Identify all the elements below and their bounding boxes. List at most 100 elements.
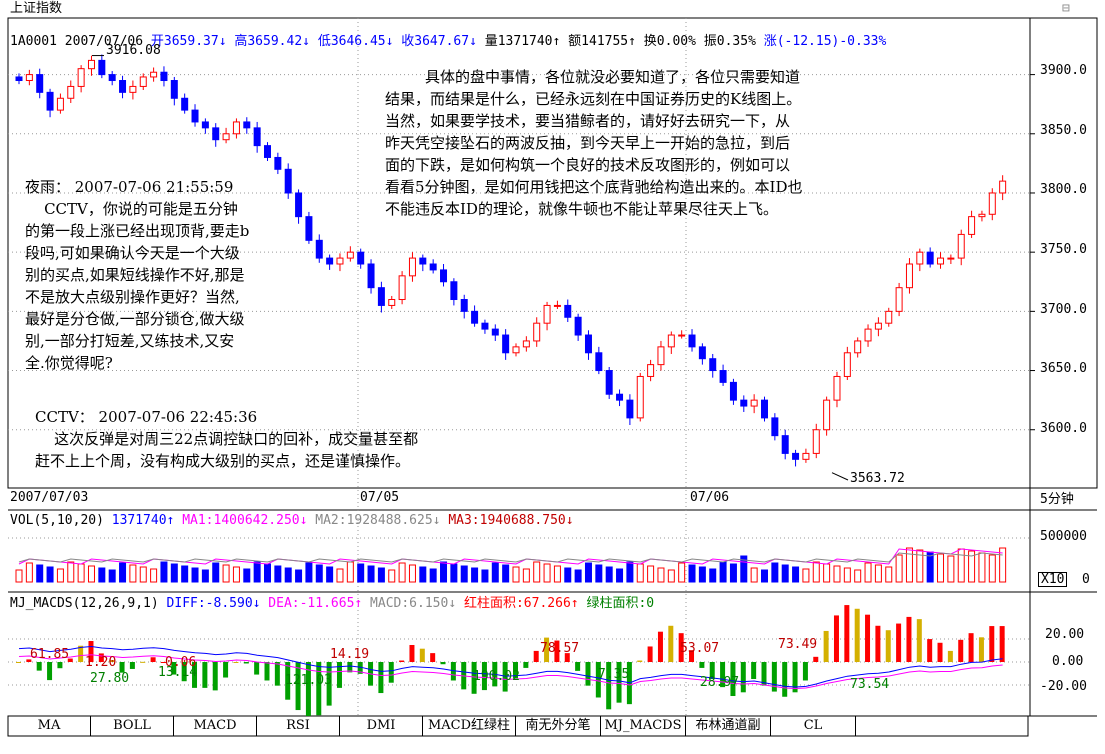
volume-bar bbox=[553, 565, 561, 583]
candle-body bbox=[191, 109, 199, 123]
candle-body bbox=[150, 71, 158, 78]
candle-body bbox=[56, 97, 64, 111]
volume-bar bbox=[119, 562, 127, 583]
macd-bar bbox=[47, 662, 53, 681]
macd-bar bbox=[875, 625, 881, 662]
volume-bar bbox=[719, 561, 727, 583]
macd-label: 53.07 bbox=[680, 641, 720, 656]
arrow-down-icon: ↓ bbox=[385, 34, 394, 49]
vol-header: VOL(5,10,20) 1371740↑ MA1:1400642.250↓ M… bbox=[10, 514, 574, 527]
volume-bar bbox=[647, 565, 655, 583]
macd-bar bbox=[336, 662, 342, 688]
macd-bar bbox=[36, 662, 42, 671]
candle-body bbox=[253, 127, 261, 147]
vol-ma3: MA3:1940688.750 bbox=[448, 513, 566, 528]
tab-dmi[interactable]: DMI bbox=[340, 716, 423, 736]
candle-body bbox=[543, 304, 551, 324]
candle-body bbox=[232, 121, 240, 135]
macd-bar bbox=[782, 662, 788, 697]
price-tick: 3800.0 bbox=[1040, 182, 1087, 197]
volume-bar bbox=[502, 564, 510, 583]
volume-bar bbox=[688, 564, 696, 583]
volume-bar bbox=[87, 565, 95, 583]
candle-body bbox=[761, 399, 768, 419]
volume-bar bbox=[191, 567, 199, 583]
arrow-down-icon: ↓ bbox=[469, 34, 477, 49]
note-line: 不能违反本ID的理论，就像牛顿也不能让苹果尽往天上飞。 bbox=[385, 200, 778, 218]
vol-axis-zero: 0 bbox=[1082, 572, 1090, 587]
macd-bar bbox=[647, 646, 653, 662]
candle-body bbox=[440, 269, 448, 283]
arrow-down-icon: ↓ bbox=[252, 596, 261, 611]
volume-bar bbox=[408, 564, 416, 583]
volume-bar bbox=[129, 564, 137, 583]
candle-body bbox=[522, 340, 530, 348]
volume-bar bbox=[792, 566, 800, 583]
candle-body bbox=[181, 97, 189, 111]
arrow-down-icon: ↓ bbox=[302, 34, 310, 49]
price-tick: 3600.0 bbox=[1040, 421, 1087, 436]
macd-bar bbox=[585, 662, 591, 686]
macd-bar bbox=[637, 660, 643, 662]
macd-bar bbox=[16, 662, 21, 663]
arrow-down-icon: ↓ bbox=[448, 596, 457, 611]
macd-bar bbox=[813, 656, 819, 662]
volume-bar bbox=[77, 563, 85, 583]
macd-bar bbox=[833, 615, 839, 662]
candle-body bbox=[781, 435, 789, 454]
answer-header: CCTV： 2007-07-06 22:45:36 bbox=[35, 408, 258, 426]
candle-body bbox=[926, 251, 934, 265]
candle-body bbox=[823, 399, 831, 431]
volume-bar bbox=[212, 562, 220, 583]
volume-bar bbox=[491, 562, 499, 583]
volume-bar bbox=[564, 567, 572, 583]
tab-macd[interactable]: MACD bbox=[174, 716, 257, 736]
info-amount: 额141755 bbox=[568, 34, 629, 49]
tab-nanwu[interactable]: 南无外分笔 bbox=[516, 716, 601, 736]
tab-boll[interactable]: BOLL bbox=[91, 716, 174, 736]
volume-bar bbox=[67, 561, 75, 583]
candle-body bbox=[201, 121, 209, 129]
macd-bar bbox=[378, 662, 384, 694]
macd-value: MACD:6.150 bbox=[370, 596, 449, 611]
vol-value: 1371740 bbox=[111, 513, 167, 528]
tab-ma[interactable]: MA bbox=[8, 716, 91, 736]
volume-bar bbox=[160, 561, 168, 583]
candle-body bbox=[605, 370, 613, 395]
candle-body bbox=[367, 263, 375, 289]
note-line: 全.你觉得呢? bbox=[25, 354, 113, 372]
volume-bar bbox=[139, 566, 147, 583]
main-note: 具体的盘中事情，各位就没必要知道了，各位只需要知道 结果，而结果是什么，已经永远… bbox=[385, 66, 1025, 220]
macd-label: 61.85 bbox=[30, 647, 70, 662]
tab-rsi[interactable]: RSI bbox=[257, 716, 340, 736]
arrow-down-icon: ↓ bbox=[299, 513, 308, 528]
tab-macd-red-green[interactable]: MACD红绿柱 bbox=[423, 716, 516, 736]
volume-bar bbox=[584, 562, 592, 583]
tab-mj-macds[interactable]: MJ_MACDS bbox=[601, 716, 686, 736]
price-tick: 3750.0 bbox=[1040, 242, 1087, 257]
candle-body bbox=[87, 59, 95, 70]
tab-cl[interactable]: CL bbox=[771, 716, 856, 736]
macd-bar bbox=[129, 662, 135, 669]
macd-bar bbox=[440, 662, 446, 665]
volume-bar bbox=[305, 562, 313, 583]
macd-bar bbox=[792, 662, 798, 693]
macd-bar bbox=[751, 662, 757, 680]
candle-body bbox=[802, 452, 810, 460]
macd-bar bbox=[243, 662, 249, 664]
macd-bar bbox=[865, 614, 871, 662]
volume-bar bbox=[771, 562, 779, 583]
note-line: 看看5分钟图，是如何用钱把这个底背驰给构造出来的。本ID也 bbox=[385, 178, 803, 196]
candle-body bbox=[771, 417, 779, 437]
candle-body bbox=[874, 322, 882, 330]
vol-unit-button[interactable]: X10 bbox=[1038, 572, 1068, 587]
volume-bar bbox=[729, 563, 737, 583]
volume-bar bbox=[440, 561, 448, 583]
restore-icon[interactable]: ⊟ bbox=[1062, 2, 1070, 15]
vol-ma1: MA1:1400642.250 bbox=[182, 513, 300, 528]
note-line: 赶不上上个周，没有构成大级别的买点，还是谨慎操作。 bbox=[35, 452, 411, 470]
tab-boll-channel[interactable]: 布林通道副 bbox=[686, 716, 771, 736]
macd-bar bbox=[958, 639, 964, 662]
period-label[interactable]: 5分钟 bbox=[1040, 493, 1074, 506]
candle-body bbox=[843, 352, 851, 377]
